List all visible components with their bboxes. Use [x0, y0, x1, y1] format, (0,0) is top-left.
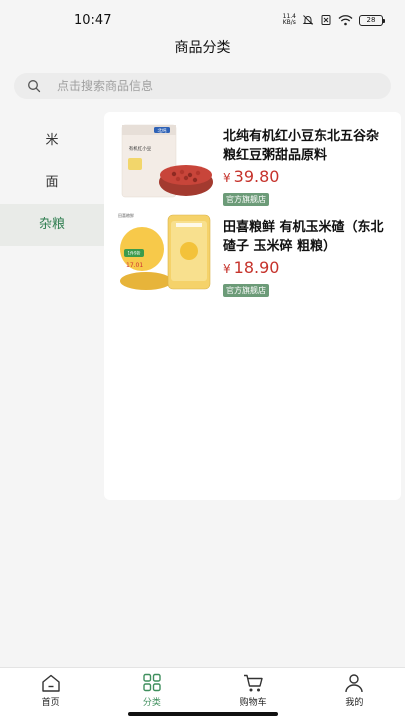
- home-icon: [41, 674, 60, 692]
- product-price: ¥18.90: [223, 258, 280, 277]
- product-list: 北纯 有机红小豆 北纯有机红小豆东北五谷杂粮红豆粥甜品原料 ¥39.80 官方旗…: [104, 112, 401, 500]
- tab-home[interactable]: 首页: [0, 668, 101, 720]
- tab-profile[interactable]: 我的: [304, 668, 405, 720]
- product-title[interactable]: 田喜粮鲜 有机玉米碴（东北碴子 玉米碎 粗粮）: [223, 218, 389, 256]
- svg-text:田喜粮鲜: 田喜粮鲜: [118, 212, 134, 218]
- status-icons: 11.4 KB/s 28: [282, 13, 385, 26]
- cart-icon: [244, 674, 263, 692]
- network-speed: 11.4 KB/s: [282, 13, 296, 26]
- search-bar[interactable]: [14, 73, 391, 99]
- product-image-red-beans[interactable]: 北纯 有机红小豆: [116, 120, 214, 202]
- search-input[interactable]: [57, 79, 347, 93]
- product-price: ¥39.80: [223, 167, 280, 186]
- sidebar-item-grains[interactable]: 杂粮: [0, 204, 104, 246]
- page-title: 商品分类: [174, 40, 231, 56]
- sidebar-item-rice[interactable]: 米: [0, 120, 104, 162]
- status-time: 10:47: [74, 13, 112, 28]
- mute-bell-icon: [302, 15, 314, 25]
- store-badge: 官方旗舰店: [223, 193, 269, 206]
- tab-label: 我的: [345, 698, 364, 708]
- svg-text:17.01: 17.01: [126, 262, 143, 269]
- tab-label: 分类: [142, 698, 161, 708]
- svg-text:1件9折: 1件9折: [127, 250, 140, 256]
- home-indicator[interactable]: [128, 712, 278, 716]
- tab-label: 首页: [41, 698, 60, 708]
- svg-text:北纯: 北纯: [158, 127, 167, 134]
- product-title[interactable]: 北纯有机红小豆东北五谷杂粮红豆粥甜品原料: [223, 127, 389, 165]
- store-badge: 官方旗舰店: [223, 284, 269, 297]
- product-card[interactable]: 田喜粮鲜 1件9折 17.01 田喜粮鲜 有机玉米碴（东北碴子 玉米碎 粗粮） …: [116, 211, 396, 301]
- no-sim-icon: [321, 15, 331, 25]
- page-header: 商品分类: [0, 34, 405, 62]
- product-card[interactable]: 北纯 有机红小豆 北纯有机红小豆东北五谷杂粮红豆粥甜品原料 ¥39.80 官方旗…: [116, 120, 396, 210]
- product-image-corn-grits[interactable]: 田喜粮鲜 1件9折 17.01: [116, 211, 214, 293]
- category-sidebar: 米 面 杂粮: [0, 120, 104, 246]
- battery-icon: 28: [359, 14, 385, 26]
- sidebar-item-noodles[interactable]: 面: [0, 162, 104, 204]
- svg-text:有机红小豆: 有机红小豆: [129, 145, 152, 152]
- user-icon: [345, 674, 364, 693]
- tab-label: 购物车: [239, 698, 267, 708]
- wifi-icon: [338, 15, 353, 26]
- category-grid-icon: [143, 673, 161, 692]
- search-icon: [28, 80, 41, 93]
